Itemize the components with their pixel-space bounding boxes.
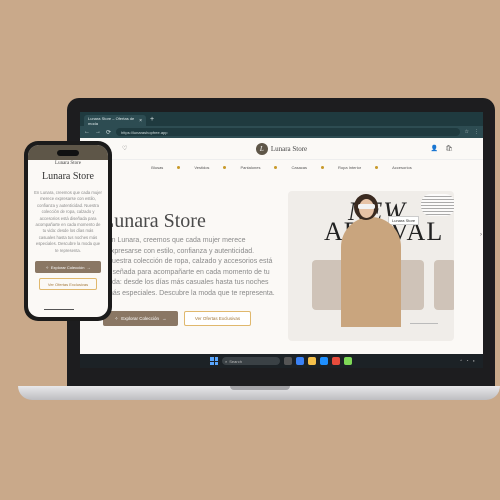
sparkle-icon: ✧ — [114, 315, 119, 321]
site-nav: Blusas Vestidos Pantalones Casacas Ropa … — [80, 160, 483, 174]
laptop-screen: Lunara Store – Ofertas de moda × + ← → ⟳… — [80, 112, 483, 368]
phone-explore-label: Explorar Colección — [50, 264, 85, 270]
arrow-right-icon: → — [162, 316, 167, 321]
arrow-right-icon: → — [86, 264, 91, 270]
wifi-icon[interactable]: ◔ — [466, 358, 468, 363]
phone-title: Lunara Store — [42, 171, 94, 182]
nav-item-vestidos[interactable]: Vestidos — [194, 165, 209, 170]
folder-icon[interactable] — [308, 357, 316, 365]
user-icon[interactable]: 👤 — [431, 145, 438, 152]
phone-status-bar — [28, 145, 108, 160]
bag-icon[interactable]: 🛍 — [445, 145, 453, 152]
close-icon[interactable]: × — [139, 118, 142, 124]
model-image — [341, 217, 401, 327]
site-header: ♡ L Lunara Store 👤 🛍 — [80, 138, 483, 160]
explore-label: Explorar Colección — [121, 316, 160, 321]
app-icon[interactable] — [344, 357, 352, 365]
menu-icon[interactable]: ⋮ — [474, 129, 479, 135]
chrome-icon[interactable] — [332, 357, 340, 365]
browser-tab[interactable]: Lunara Store – Ofertas de moda × — [84, 115, 146, 126]
taskbar-search[interactable]: ⌕ Search — [222, 357, 280, 365]
browser-tabbar: Lunara Store – Ofertas de moda × + — [80, 112, 483, 126]
windows-start-icon[interactable] — [210, 357, 218, 365]
phone-text: En Lunara, creemos que cada mujer merece… — [34, 190, 102, 253]
promo-photo-right — [434, 260, 454, 310]
address-bar[interactable]: https://lunarashopfree.app — [116, 128, 460, 136]
back-icon[interactable]: ← — [84, 129, 90, 135]
windows-taskbar: ⌕ Search ^ ◔ ◖ — [80, 354, 483, 368]
volume-icon[interactable]: ◖ — [473, 358, 475, 363]
chevron-up-icon[interactable]: ^ — [460, 358, 462, 363]
nav-item-accesorios[interactable]: Accesorios — [392, 165, 412, 170]
coil-decoration — [421, 194, 454, 216]
explore-collection-button[interactable]: ✧ Explorar Colección → — [103, 311, 178, 326]
phone-home-indicator — [44, 309, 74, 310]
nav-dot — [375, 165, 379, 169]
star-icon[interactable]: ☆ — [465, 129, 469, 135]
system-tray[interactable]: ^ ◔ ◖ — [460, 358, 475, 363]
heart-icon[interactable]: ♡ — [122, 145, 127, 152]
nav-item-pantalones[interactable]: Pantalones — [240, 165, 260, 170]
task-view-icon[interactable] — [284, 357, 292, 365]
hero-text: En Lunara, creemos que cada mujer merece… — [107, 237, 275, 297]
edge-icon[interactable] — [296, 357, 304, 365]
exclusive-offers-button[interactable]: Ver Ofertas Exclusivas — [184, 311, 251, 326]
phone-explore-button[interactable]: ✧ Explorar Colección → — [35, 261, 101, 274]
site-brand[interactable]: Lunara Store — [271, 145, 307, 153]
chevron-right-icon[interactable]: › — [480, 232, 482, 238]
nav-item-ropa-interior[interactable]: Ropa Interior — [338, 165, 361, 170]
laptop-notch — [230, 386, 290, 390]
phone-offers-button[interactable]: Ver Ofertas Exclusivas — [39, 278, 97, 291]
nav-dot — [321, 165, 325, 169]
tab-title: Lunara Store – Ofertas de moda — [88, 115, 135, 126]
store-icon[interactable] — [320, 357, 328, 365]
promo-tag: Lunara Store — [388, 216, 420, 225]
nav-dot — [274, 165, 278, 169]
phone-screen: Lunara Store Lunara Store En Lunara, cre… — [28, 145, 108, 317]
forward-icon[interactable]: → — [95, 129, 101, 135]
phone-dynamic-island — [57, 149, 79, 156]
search-icon: ⌕ — [225, 358, 228, 364]
taskbar-search-label: Search — [229, 358, 242, 364]
nav-item-blusas[interactable]: Blusas — [151, 165, 163, 170]
sparkle-icon: ✧ — [45, 264, 49, 270]
phone-brand[interactable]: Lunara Store — [28, 161, 108, 166]
promo-arrow-line — [410, 323, 438, 324]
model-sunglasses — [358, 204, 375, 209]
new-arrival-banner[interactable]: NEW ARRIVAL Lunara Store — [288, 191, 454, 341]
browser-urlbar: ← → ⟳ https://lunarashopfree.app ☆ ⋮ — [80, 126, 483, 138]
nav-dot — [223, 165, 227, 169]
reload-icon[interactable]: ⟳ — [106, 129, 111, 136]
new-tab-button[interactable]: + — [150, 116, 154, 123]
nav-item-casacas[interactable]: Casacas — [291, 165, 307, 170]
hero-title: Lunara Store — [102, 210, 206, 232]
logo-icon[interactable]: L — [255, 142, 268, 155]
nav-dot — [177, 165, 181, 169]
